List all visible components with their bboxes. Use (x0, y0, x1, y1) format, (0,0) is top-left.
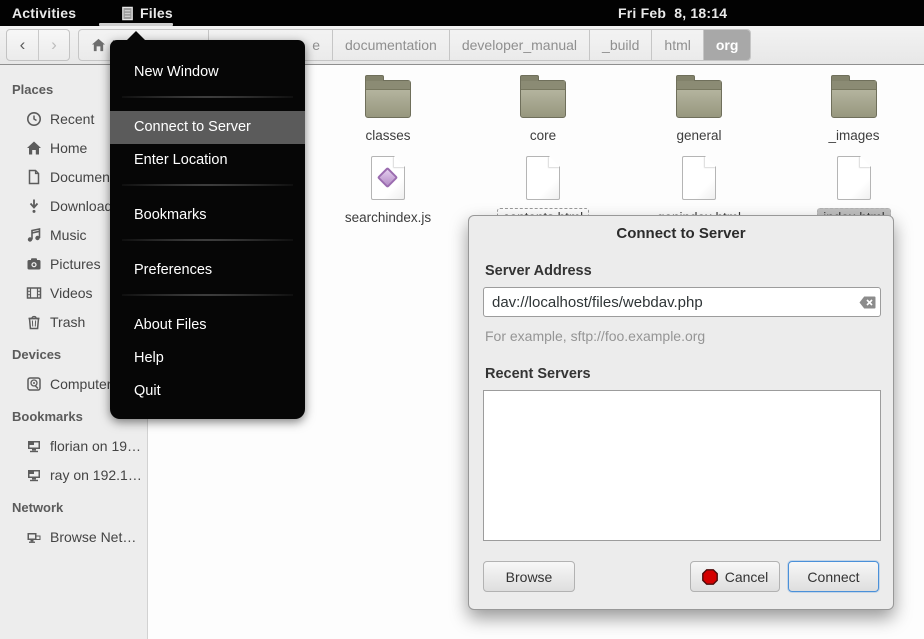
harddisk-icon (26, 376, 42, 392)
breadcrumb-label: documentation (345, 37, 437, 53)
server-address-hint: For example, sftp://foo.example.org (485, 328, 705, 344)
sidebar-item-label: florian on 19… (50, 438, 141, 454)
desktop: Activities Files Fri Feb 8, 18:14 ‹ › k … (0, 0, 924, 639)
sidebar-item-label: Trash (50, 314, 85, 330)
cancel-stop-icon (702, 569, 718, 585)
recent-servers-list[interactable] (483, 390, 881, 541)
sidebar-item-label: Recent (50, 111, 94, 127)
html-file-icon (526, 156, 560, 200)
file-label: _images (822, 126, 885, 146)
folder-icon (676, 80, 722, 118)
folder-general[interactable]: general (639, 80, 759, 146)
menu-item-quit[interactable]: Quit (110, 375, 305, 408)
connect-to-server-dialog: Connect to Server Server Address For exa… (468, 215, 894, 610)
server-address-input[interactable] (484, 294, 854, 311)
back-icon: ‹ (20, 35, 26, 55)
server-address-entry (483, 287, 881, 317)
browse-button[interactable]: Browse (483, 561, 575, 592)
file-label: classes (359, 126, 416, 146)
sidebar-item-bookmark-florian[interactable]: florian on 19… (0, 431, 147, 460)
files-app-icon (120, 6, 135, 21)
breadcrumb-label: e (312, 37, 320, 53)
file-searchindex[interactable]: searchindex.js (328, 156, 448, 228)
files-app-menu: New Window Connect to Server Enter Locat… (110, 40, 305, 419)
breadcrumb-segment[interactable]: _build (590, 30, 652, 60)
menu-separator (122, 294, 293, 296)
clock-icon (26, 111, 42, 127)
sidebar-item-label: ray on 192.1… (50, 467, 142, 483)
menu-item-enter-location[interactable]: Enter Location (110, 144, 305, 177)
network-browse-icon (26, 529, 42, 545)
folder-classes[interactable]: classes (328, 80, 448, 146)
sidebar-item-label: Pictures (50, 256, 101, 272)
connect-button[interactable]: Connect (788, 561, 879, 592)
film-icon (26, 285, 42, 301)
file-label: core (524, 126, 562, 146)
breadcrumb-segment-current[interactable]: org (704, 30, 751, 60)
script-file-icon (371, 156, 405, 200)
breadcrumb-label: _build (602, 37, 639, 53)
menu-separator (122, 184, 293, 186)
sidebar-item-label: Browse Net… (50, 529, 136, 545)
cancel-button[interactable]: Cancel (690, 561, 780, 592)
network-share-icon (26, 467, 42, 483)
top-bar: Activities Files Fri Feb 8, 18:14 (0, 0, 924, 26)
breadcrumb-label: html (664, 37, 690, 53)
folder-icon (520, 80, 566, 118)
forward-button[interactable]: › (38, 30, 69, 60)
download-icon (26, 198, 42, 214)
folder-core[interactable]: core (483, 80, 603, 146)
open-menu-indicator (99, 23, 173, 26)
menu-item-connect-to-server[interactable]: Connect to Server (110, 111, 305, 144)
music-icon (26, 227, 42, 243)
sidebar-item-label: Videos (50, 285, 93, 301)
breadcrumb-label: developer_manual (462, 37, 577, 53)
back-button[interactable]: ‹ (7, 30, 38, 60)
menu-item-help[interactable]: Help (110, 342, 305, 375)
sidebar-item-label: Downloads (50, 198, 119, 214)
folder-icon (365, 80, 411, 118)
file-label: general (670, 126, 727, 146)
breadcrumb-segment[interactable]: documentation (333, 30, 450, 60)
sidebar-item-label: Home (50, 140, 87, 156)
html-file-icon (682, 156, 716, 200)
recent-servers-label: Recent Servers (485, 366, 591, 382)
menu-item-new-window[interactable]: New Window (110, 56, 305, 89)
sidebar-item-browse-network[interactable]: Browse Net… (0, 522, 147, 551)
sidebar-header-network: Network (0, 493, 147, 522)
menu-separator (122, 96, 293, 98)
clear-entry-button[interactable] (854, 296, 880, 309)
breadcrumb-segment[interactable]: html (652, 30, 703, 60)
file-label: searchindex.js (339, 208, 437, 228)
breadcrumb-segment[interactable]: developer_manual (450, 30, 590, 60)
connect-button-label: Connect (807, 569, 859, 585)
network-share-icon (26, 438, 42, 454)
folder-icon (831, 80, 877, 118)
html-file-icon (837, 156, 871, 200)
breadcrumb-label: org (716, 37, 739, 53)
sidebar-item-label: Computer (50, 376, 111, 392)
home-icon (26, 140, 42, 156)
home-icon (91, 38, 106, 52)
cancel-button-label: Cancel (725, 569, 769, 585)
clear-entry-icon (859, 296, 876, 309)
document-icon (26, 169, 42, 185)
dialog-actions: Browse Cancel Connect (483, 561, 879, 592)
menu-item-about-files[interactable]: About Files (110, 309, 305, 342)
server-address-label: Server Address (485, 263, 592, 279)
sidebar-item-label: Music (50, 227, 87, 243)
camera-icon (26, 256, 42, 272)
menu-item-preferences[interactable]: Preferences (110, 254, 305, 287)
trash-icon (26, 314, 42, 330)
forward-icon: › (51, 35, 57, 55)
folder-images[interactable]: _images (794, 80, 914, 146)
history-buttons: ‹ › (6, 29, 70, 61)
menu-item-bookmarks[interactable]: Bookmarks (110, 199, 305, 232)
browse-button-label: Browse (506, 569, 553, 585)
menu-separator (122, 239, 293, 241)
clock[interactable]: Fri Feb 8, 18:14 (618, 0, 727, 26)
dialog-title: Connect to Server (469, 225, 893, 242)
activities-button[interactable]: Activities (12, 0, 76, 26)
sidebar-item-bookmark-ray[interactable]: ray on 192.1… (0, 460, 147, 489)
